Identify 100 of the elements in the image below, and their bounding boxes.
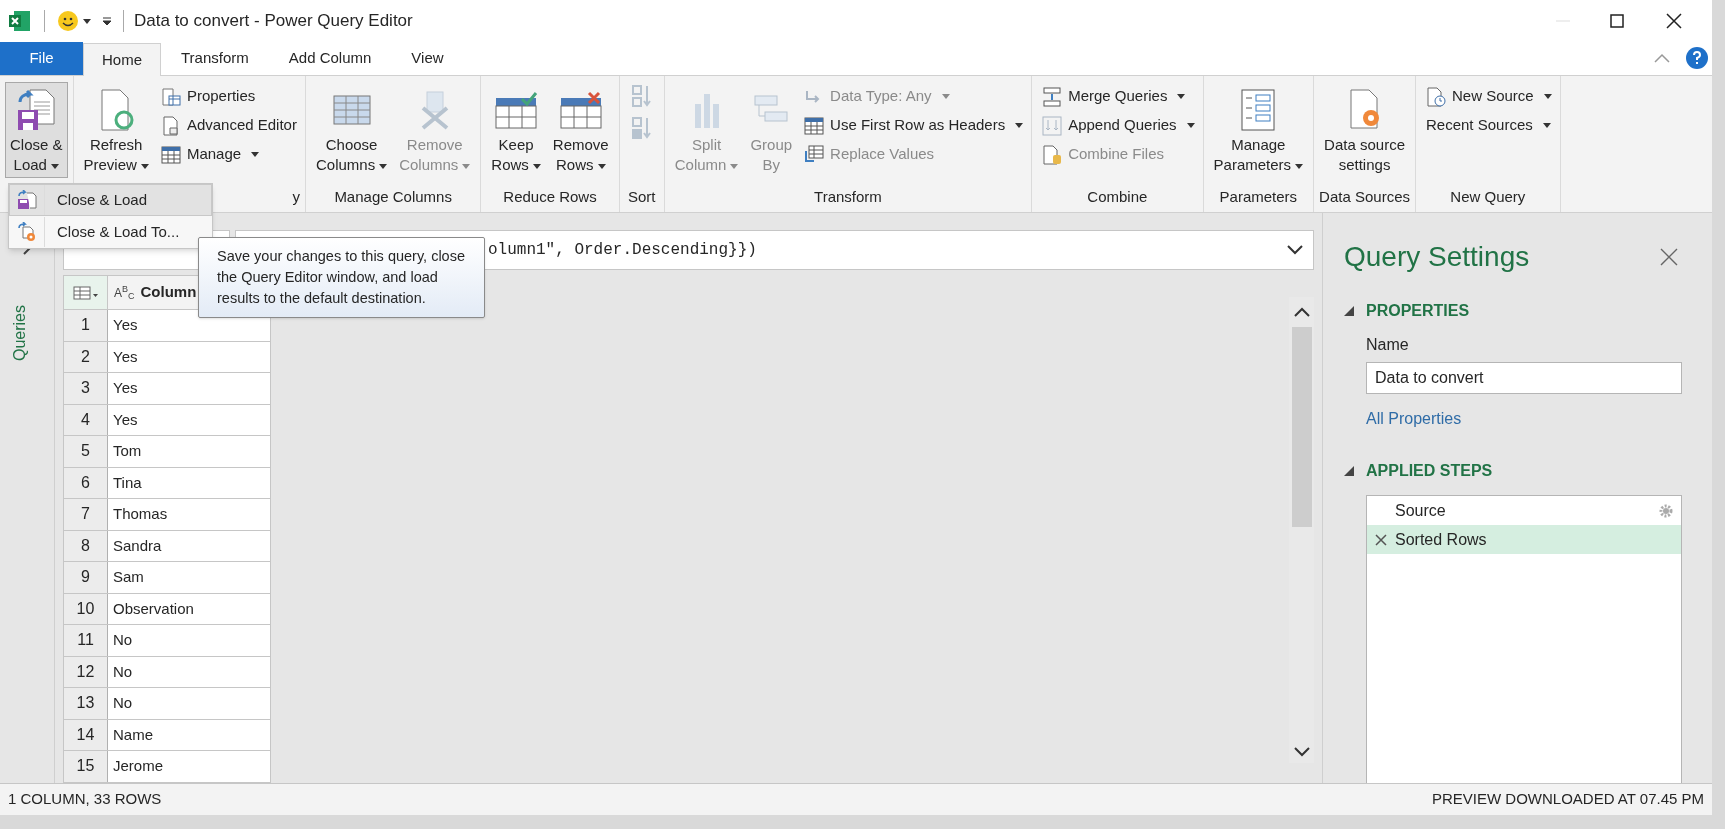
spreadsheet-app-icon	[8, 9, 32, 33]
scrollbar-thumb[interactable]	[1291, 327, 1312, 527]
queries-pane-label[interactable]: Queries	[8, 305, 32, 361]
row-number: 8	[64, 530, 108, 561]
row-number: 3	[64, 373, 108, 404]
expanded-triangle-icon[interactable]	[1344, 466, 1354, 476]
caret-icon	[941, 94, 950, 99]
caret-icon	[251, 152, 260, 157]
table-icon	[804, 116, 825, 135]
script-document-icon	[160, 115, 181, 136]
save-icon	[17, 190, 37, 210]
close-icon[interactable]	[1666, 13, 1682, 29]
row-number: 6	[64, 467, 108, 498]
group-label: Combine	[1087, 186, 1148, 207]
table-menu-icon[interactable]	[72, 284, 99, 301]
row-number: 4	[64, 404, 108, 435]
scroll-down-icon[interactable]	[1293, 747, 1310, 757]
tooltip: Save your changes to this query, close the Query Editor window, and load results to the default destination.	[198, 237, 485, 318]
caret-icon	[140, 163, 149, 169]
group-label: Manage Columns	[334, 186, 452, 207]
table-cell: Jerome	[108, 751, 270, 782]
save-document-icon	[16, 88, 57, 132]
field-label: Name	[1366, 335, 1410, 355]
customize-menu-icon[interactable]	[101, 15, 113, 27]
caret-icon	[1015, 123, 1024, 128]
caret-icon	[50, 163, 59, 169]
table-cell: Name	[108, 719, 270, 750]
section-heading: PROPERTIES	[1366, 301, 1470, 321]
ribbon-button[interactable]: Use First Row as Headers	[801, 111, 1027, 140]
save-gear-icon	[17, 222, 37, 242]
row-number: 14	[64, 719, 108, 750]
table-cell: No	[108, 656, 270, 687]
delete-icon[interactable]	[1375, 533, 1387, 546]
group-label: y	[292, 186, 300, 207]
ribbon-button[interactable]: Refresh Preview	[78, 82, 154, 178]
table-check-icon	[494, 90, 539, 130]
row-number: 9	[64, 562, 108, 593]
table-cell: Thomas	[108, 499, 270, 530]
ribbon-button[interactable]: Keep Rows	[486, 82, 546, 178]
chevron-down-icon[interactable]	[1287, 245, 1303, 255]
step-label: Source	[1395, 500, 1446, 521]
ribbon-button[interactable]: Merge Queries	[1039, 82, 1198, 111]
ribbon-button[interactable]: Close & Load	[5, 82, 68, 178]
parameters-icon	[1240, 88, 1277, 132]
expanded-triangle-icon[interactable]	[1344, 306, 1354, 316]
row-number: 11	[64, 625, 108, 656]
status-text: PREVIEW DOWNLOADED AT 07.45 PM	[1432, 789, 1704, 810]
properties-icon	[160, 86, 181, 107]
window-title: Data to convert - Power Query Editor	[134, 10, 413, 33]
ribbon-button[interactable]: Append Queries	[1039, 111, 1198, 140]
step-label: Sorted Rows	[1395, 529, 1487, 550]
ribbon-tab[interactable]: Transform	[161, 42, 269, 75]
table-cell: Tina	[108, 467, 270, 498]
caret-icon	[462, 163, 471, 169]
ribbon-tab[interactable]: File	[0, 42, 83, 75]
ribbon-button[interactable]: Manage	[157, 140, 300, 169]
table-delete-icon	[558, 90, 603, 130]
group-label: Sort	[627, 186, 656, 207]
table-cell: Observation	[108, 593, 270, 624]
caret-icon	[1543, 94, 1552, 99]
table-cell: Sam	[108, 562, 270, 593]
group-label: Reduce Rows	[503, 186, 597, 207]
ribbon-button[interactable]: Data source settings	[1319, 82, 1410, 178]
document-clock-icon	[1426, 86, 1446, 107]
group-label: New Query	[1450, 186, 1526, 207]
ribbon-button[interactable]: New Source	[1423, 82, 1555, 111]
table-cell: No	[108, 688, 270, 719]
smiley-icon[interactable]	[57, 10, 79, 32]
table-cell: No	[108, 625, 270, 656]
all-properties-link[interactable]: All Properties	[1366, 407, 1462, 431]
combine-files-icon	[1042, 115, 1063, 136]
ribbon-tab[interactable]: Home	[83, 43, 161, 76]
ribbon-button[interactable]: Properties	[157, 82, 300, 111]
collapse-ribbon-icon[interactable]	[1654, 53, 1670, 63]
ribbon-button[interactable]: Advanced Editor	[157, 111, 300, 140]
column-header[interactable]: Column	[140, 281, 197, 304]
ribbon-button[interactable]: Recent Sources	[1423, 111, 1555, 140]
panel-title: Query Settings	[1344, 240, 1530, 274]
ribbon-button[interactable]: Choose Columns	[310, 82, 393, 178]
help-icon[interactable]	[1686, 47, 1708, 69]
ribbon-tab[interactable]: Add Column	[268, 42, 392, 75]
maximize-icon[interactable]	[1610, 14, 1624, 28]
applied-step[interactable]: Sorted Rows	[1367, 525, 1681, 554]
group-label: Parameters	[1219, 186, 1298, 207]
ribbon-button[interactable]: Remove Rows	[547, 82, 614, 178]
caret-icon	[532, 163, 541, 169]
row-number: 1	[64, 310, 108, 341]
table-cell: Yes	[108, 373, 270, 404]
document-database-icon	[1042, 144, 1063, 165]
name-field[interactable]: Data to convert	[1366, 362, 1682, 394]
row-number: 13	[64, 688, 108, 719]
menu-item[interactable]: Close & Load	[9, 184, 212, 216]
row-number: 7	[64, 499, 108, 530]
table-cell: Tom	[108, 436, 270, 467]
ribbon-tab[interactable]: View	[391, 42, 464, 75]
ribbon-button[interactable]: Manage Parameters	[1208, 82, 1309, 178]
scroll-up-icon[interactable]	[1293, 307, 1310, 317]
table-cell: Sandra	[108, 530, 270, 561]
row-number: 5	[64, 436, 108, 467]
caret-icon	[83, 18, 91, 24]
